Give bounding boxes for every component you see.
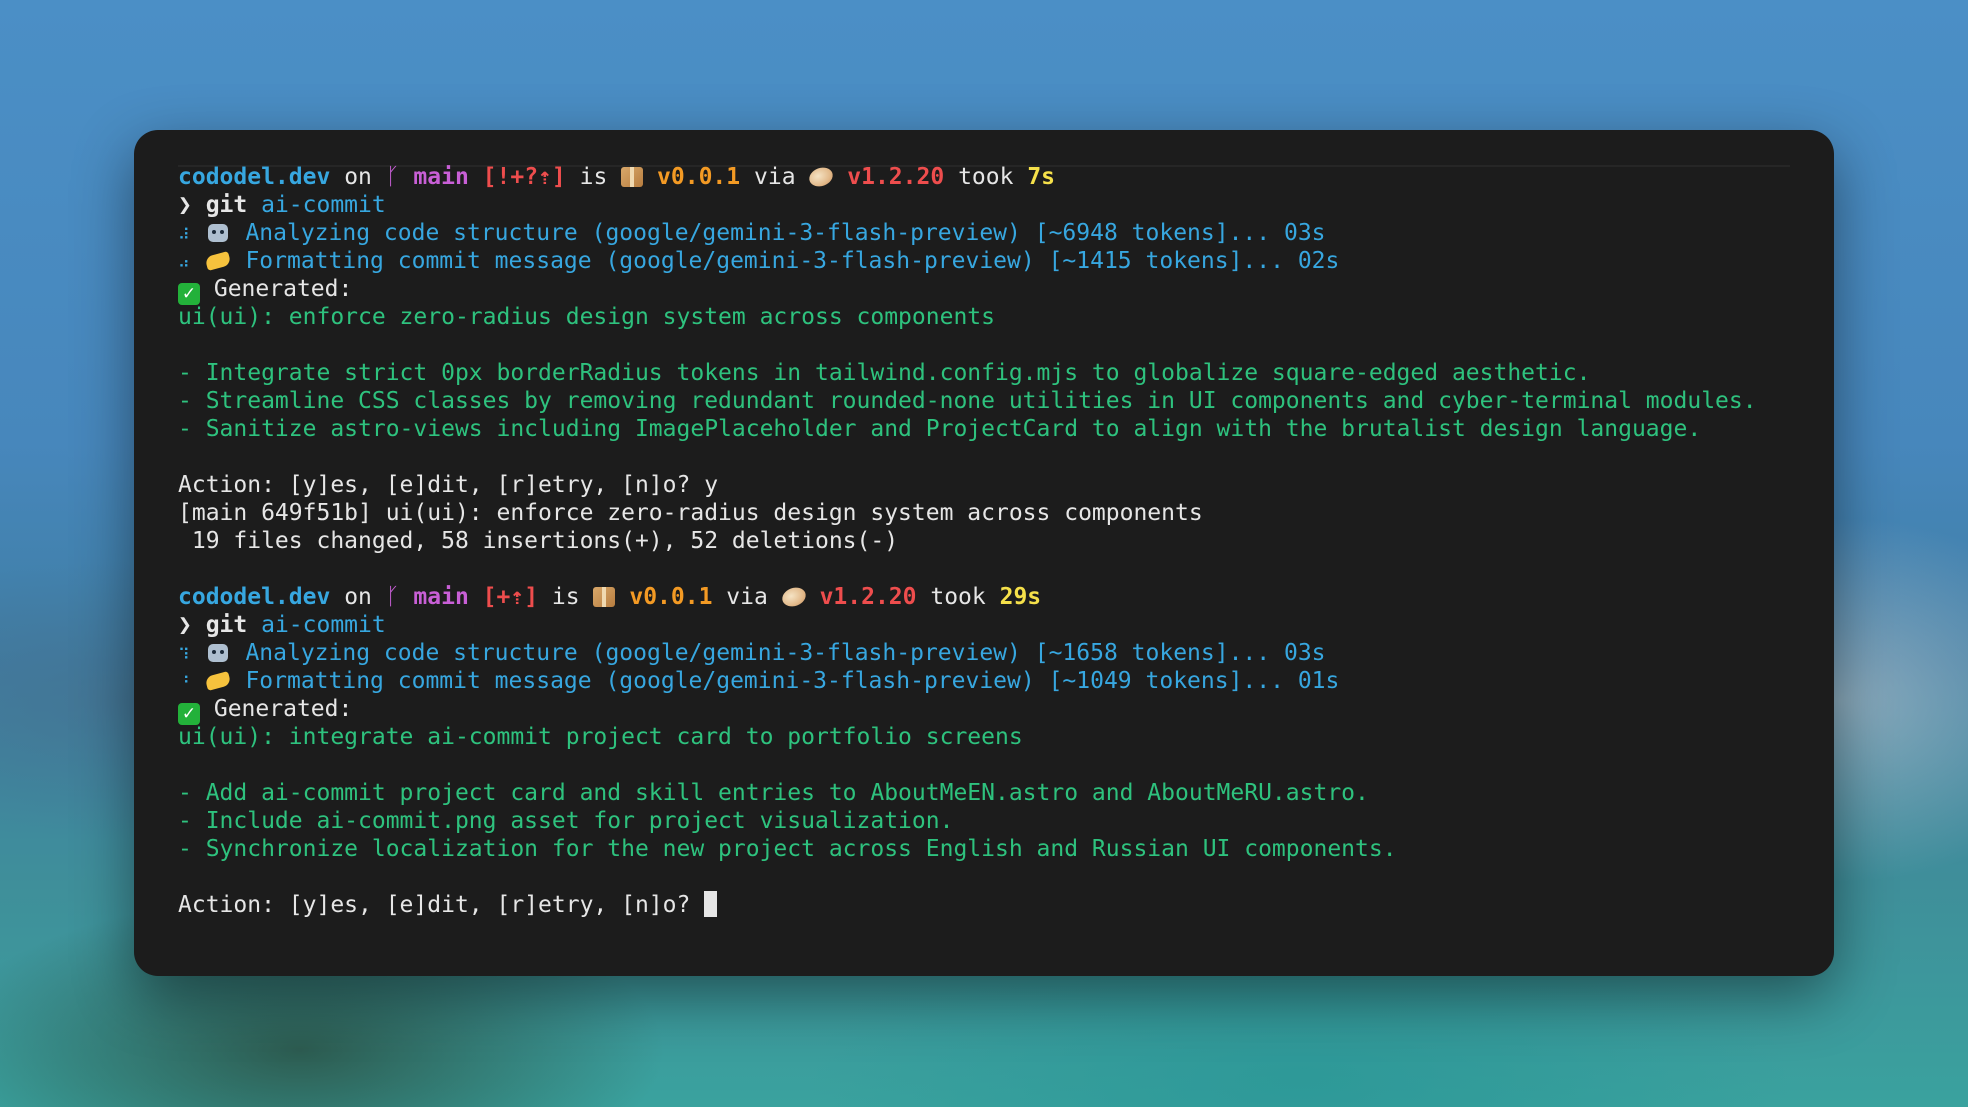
- commit-title: ui(ui): integrate ai-commit project card…: [178, 724, 1023, 750]
- generated-label: Generated:: [213, 696, 353, 722]
- commit-body-line: - Integrate strict 0px borderRadius toke…: [178, 360, 1591, 386]
- prompt-branch: main: [413, 164, 469, 190]
- command-line: ❯ git ai-commit: [178, 611, 1814, 639]
- prompt-on-text: on: [344, 164, 372, 190]
- generated-line: ✓ Generated:: [178, 275, 1814, 305]
- progress-text: Analyzing code structure (google/gemini-…: [245, 640, 1326, 666]
- prompt-duration: 29s: [999, 584, 1042, 610]
- prompt-host: cododel.dev: [178, 584, 331, 610]
- prompt-branch: main: [413, 584, 469, 610]
- check-mark-icon: ✓: [178, 283, 200, 305]
- generated-line: ✓ Generated:: [178, 695, 1814, 725]
- command-argument: ai-commit: [261, 612, 386, 638]
- git-branch-icon: ᚴ: [385, 584, 400, 610]
- prompt-via-text: via: [754, 164, 796, 190]
- commit-body-line: - Include ai-commit.png asset for projec…: [178, 808, 954, 834]
- git-branch-icon: ᚴ: [385, 164, 400, 190]
- prompt-runtime-version: v1.2.20: [819, 584, 917, 610]
- spinner-icon: ⠴: [178, 253, 190, 272]
- spinner-icon: ⠼: [178, 225, 190, 244]
- prompt-is-text: is: [579, 164, 608, 190]
- robot-icon: [204, 639, 232, 667]
- generated-label: Generated:: [213, 276, 353, 302]
- prompt-runtime-version: v1.2.20: [847, 164, 945, 190]
- shell-prompt-line: cododel.dev on ᚴ main [+⇡] is v0.0.1 via…: [178, 583, 1814, 611]
- writing-hand-icon: [204, 667, 232, 695]
- spinner-icon: ⠘: [178, 673, 190, 692]
- prompt-git-status: [+⇡]: [482, 584, 539, 610]
- prompt-git-status: [!+?⇡]: [482, 164, 566, 190]
- commit-body-line: - Add ai-commit project card and skill e…: [178, 780, 1369, 806]
- commit-stats-line: 19 files changed, 58 insertions(+), 52 d…: [178, 528, 899, 554]
- shell-prompt-line: cododel.dev on ᚴ main [!+?⇡] is v0.0.1 v…: [178, 163, 1814, 191]
- package-icon: [593, 587, 616, 607]
- action-prompt: Action: [y]es, [e]dit, [r]etry, [n]o? y: [178, 472, 719, 498]
- prompt-via-text: via: [726, 584, 768, 610]
- commit-body-line: - Streamline CSS classes by removing red…: [178, 388, 1757, 414]
- prompt-on-text: on: [344, 584, 372, 610]
- progress-text: Formatting commit message (google/gemini…: [245, 248, 1340, 274]
- spinner-icon: ⠹: [178, 645, 190, 664]
- progress-line: ⠹ Analyzing code structure (google/gemin…: [178, 639, 1814, 667]
- action-prompt: Action: [y]es, [e]dit, [r]etry, [n]o?: [178, 892, 705, 918]
- action-prompt-line[interactable]: Action: [y]es, [e]dit, [r]etry, [n]o?: [178, 891, 1814, 919]
- progress-text: Analyzing code structure (google/gemini-…: [245, 220, 1326, 246]
- terminal-output[interactable]: cododel.dev on ᚴ main [!+?⇡] is v0.0.1 v…: [178, 163, 1814, 919]
- bun-icon: [807, 164, 836, 190]
- progress-text: Formatting commit message (google/gemini…: [245, 668, 1340, 694]
- commit-title: ui(ui): enforce zero-radius design syste…: [178, 304, 995, 330]
- text-cursor[interactable]: [704, 891, 718, 917]
- prompt-is-text: is: [551, 584, 580, 610]
- command-argument: ai-commit: [261, 192, 386, 218]
- package-icon: [621, 167, 644, 187]
- robot-icon: [204, 219, 232, 247]
- progress-line: ⠘ Formatting commit message (google/gemi…: [178, 667, 1814, 695]
- progress-line: ⠴ Formatting commit message (google/gemi…: [178, 247, 1814, 275]
- check-mark-icon: ✓: [178, 703, 200, 725]
- terminal-window[interactable]: cododel.dev on ᚴ main [!+?⇡] is v0.0.1 v…: [134, 130, 1834, 976]
- progress-line: ⠼ Analyzing code structure (google/gemin…: [178, 219, 1814, 247]
- prompt-took-text: took: [930, 584, 986, 610]
- writing-hand-icon: [204, 247, 232, 275]
- command-line: ❯ git ai-commit: [178, 191, 1814, 219]
- command-prefix: ❯ git: [178, 612, 262, 638]
- prompt-host: cododel.dev: [178, 164, 331, 190]
- bun-icon: [779, 584, 809, 610]
- prompt-package-version: v0.0.1: [657, 164, 741, 190]
- commit-result-line: [main 649f51b] ui(ui): enforce zero-radi…: [178, 500, 1203, 526]
- prompt-package-version: v0.0.1: [629, 584, 713, 610]
- prompt-duration: 7s: [1027, 164, 1056, 190]
- commit-body-line: - Sanitize astro-views including ImagePl…: [178, 416, 1702, 442]
- command-prefix: ❯ git: [178, 192, 262, 218]
- prompt-took-text: took: [958, 164, 1014, 190]
- commit-body-line: - Synchronize localization for the new p…: [178, 836, 1397, 862]
